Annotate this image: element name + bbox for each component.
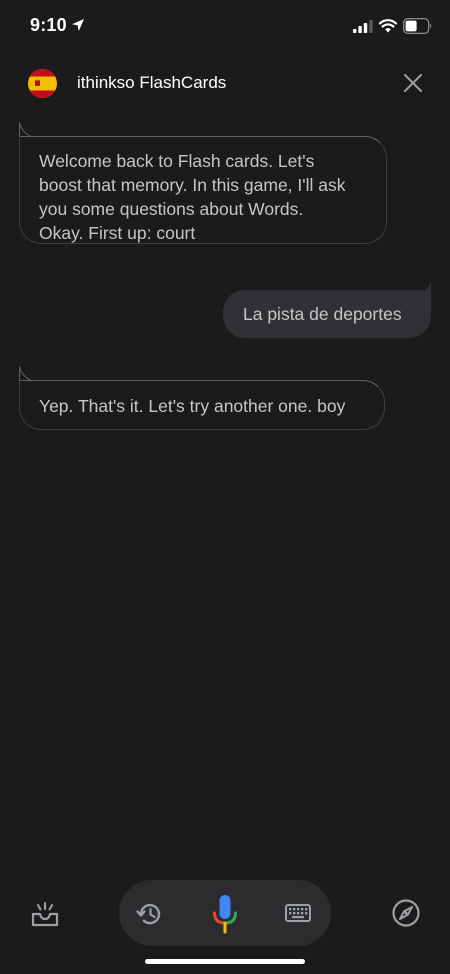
- message-line: you some questions about Words.: [39, 199, 304, 219]
- status-bar: 9:10: [0, 0, 450, 54]
- cellular-signal-icon: [353, 20, 373, 33]
- app-header: ithinkso FlashCards: [0, 58, 450, 108]
- user-message-text: La pista de deportes: [243, 304, 402, 324]
- message-line: Okay. First up: court: [39, 223, 196, 243]
- assistant-controls: [119, 880, 331, 946]
- assistant-message-text: Yep. That's it. Let's try another one. b…: [39, 396, 346, 416]
- location-arrow-icon: [72, 19, 84, 31]
- close-button[interactable]: [398, 68, 428, 98]
- status-time: 9:10: [30, 15, 67, 35]
- mic-icon[interactable]: [211, 894, 239, 934]
- message-line: boost that memory. In this game, I'll as…: [39, 175, 346, 195]
- battery-icon: [403, 18, 432, 34]
- tray-icon[interactable]: [30, 900, 60, 928]
- user-message: La pista de deportes: [223, 290, 431, 338]
- close-icon: [404, 74, 422, 92]
- compass-icon[interactable]: [391, 898, 421, 928]
- message-line: Welcome back to Flash cards. Let's: [39, 151, 315, 171]
- wifi-icon: [379, 19, 397, 33]
- spain-flag-icon: [28, 69, 57, 98]
- app-title: ithinkso FlashCards: [77, 73, 227, 92]
- bottom-bar: [0, 870, 450, 974]
- assistant-message: Yep. That's it. Let's try another one. b…: [19, 380, 385, 430]
- home-indicator[interactable]: [145, 959, 305, 964]
- keyboard-icon[interactable]: [285, 902, 311, 924]
- assistant-message: Welcome back to Flash cards. Let's boost…: [19, 136, 387, 244]
- history-icon[interactable]: [136, 900, 164, 928]
